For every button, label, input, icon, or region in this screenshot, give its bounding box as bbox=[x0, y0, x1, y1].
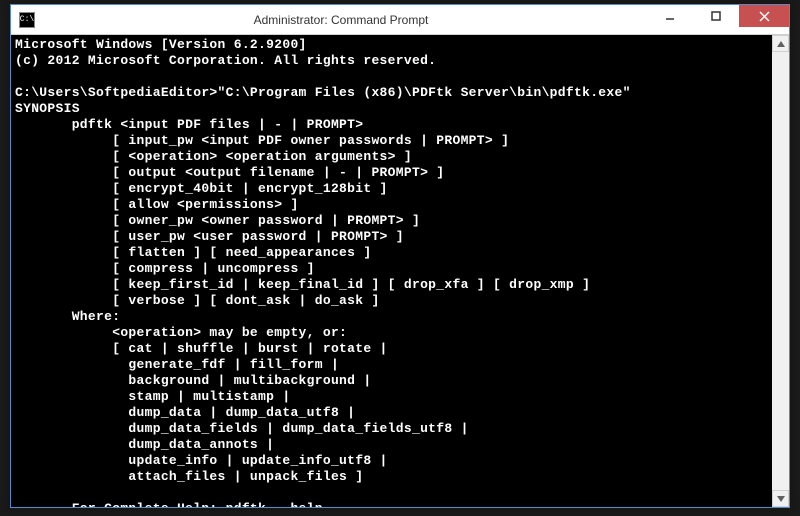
minimize-icon bbox=[665, 11, 675, 21]
output-line: [ keep_first_id | keep_final_id ] [ drop… bbox=[15, 277, 590, 292]
output-line: <operation> may be empty, or: bbox=[15, 325, 347, 340]
output-line: [ allow <permissions> ] bbox=[15, 197, 299, 212]
output-line: C:\Users\SoftpediaEditor>"C:\Program Fil… bbox=[15, 85, 631, 100]
window-title: Administrator: Command Prompt bbox=[35, 13, 647, 27]
output-line: background | multibackground | bbox=[15, 373, 371, 388]
console-area: Microsoft Windows [Version 6.2.9200] (c)… bbox=[11, 35, 789, 507]
scroll-up-button[interactable] bbox=[772, 35, 789, 52]
command-prompt-window: C:\ Administrator: Command Prompt Micros… bbox=[10, 4, 790, 508]
scroll-track[interactable] bbox=[772, 52, 789, 490]
maximize-icon bbox=[711, 11, 721, 21]
output-line: [ encrypt_40bit | encrypt_128bit ] bbox=[15, 181, 388, 196]
close-icon bbox=[759, 11, 770, 22]
output-line: [ verbose ] [ dont_ask | do_ask ] bbox=[15, 293, 380, 308]
output-line: [ input_pw <input PDF owner passwords | … bbox=[15, 133, 509, 148]
console-output[interactable]: Microsoft Windows [Version 6.2.9200] (c)… bbox=[11, 35, 772, 507]
output-line: Microsoft Windows [Version 6.2.9200] bbox=[15, 37, 307, 52]
output-line: [ <operation> <operation arguments> ] bbox=[15, 149, 412, 164]
output-line: [ flatten ] [ need_appearances ] bbox=[15, 245, 371, 260]
output-line: For Complete Help: pdftk --help bbox=[15, 501, 323, 507]
output-line: pdftk <input PDF files | - | PROMPT> bbox=[15, 117, 363, 132]
output-line: [ owner_pw <owner password | PROMPT> ] bbox=[15, 213, 420, 228]
output-line: [ user_pw <user password | PROMPT> ] bbox=[15, 229, 404, 244]
cmd-icon: C:\ bbox=[19, 12, 35, 28]
close-button[interactable] bbox=[739, 5, 789, 27]
output-line: (c) 2012 Microsoft Corporation. All righ… bbox=[15, 53, 436, 68]
chevron-down-icon bbox=[777, 496, 785, 502]
output-line: dump_data_fields | dump_data_fields_utf8… bbox=[15, 421, 469, 436]
output-line: [ cat | shuffle | burst | rotate | bbox=[15, 341, 388, 356]
output-line: [ output <output filename | - | PROMPT> … bbox=[15, 165, 444, 180]
output-line: generate_fdf | fill_form | bbox=[15, 357, 339, 372]
minimize-button[interactable] bbox=[647, 5, 693, 27]
output-line: attach_files | unpack_files ] bbox=[15, 469, 363, 484]
maximize-button[interactable] bbox=[693, 5, 739, 27]
window-controls bbox=[647, 5, 789, 34]
titlebar[interactable]: C:\ Administrator: Command Prompt bbox=[11, 5, 789, 35]
output-line: stamp | multistamp | bbox=[15, 389, 290, 404]
output-line: dump_data | dump_data_utf8 | bbox=[15, 405, 355, 420]
output-line: update_info | update_info_utf8 | bbox=[15, 453, 388, 468]
vertical-scrollbar[interactable] bbox=[772, 35, 789, 507]
output-line: [ compress | uncompress ] bbox=[15, 261, 315, 276]
output-line: Where: bbox=[15, 309, 120, 324]
chevron-up-icon bbox=[777, 41, 785, 47]
output-line: dump_data_annots | bbox=[15, 437, 274, 452]
output-line: SYNOPSIS bbox=[15, 101, 80, 116]
scroll-down-button[interactable] bbox=[772, 490, 789, 507]
